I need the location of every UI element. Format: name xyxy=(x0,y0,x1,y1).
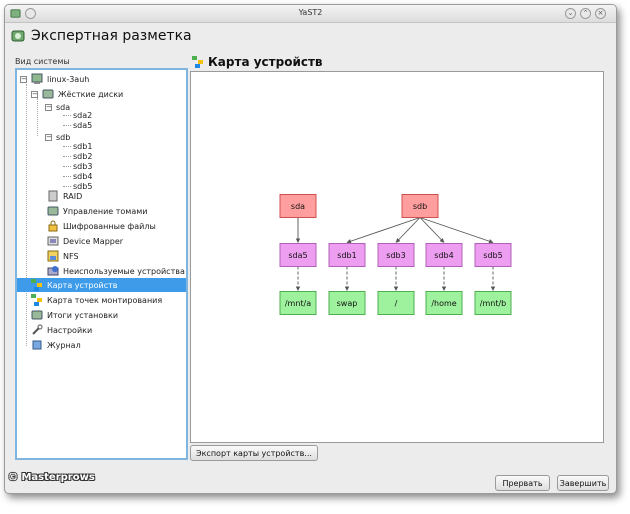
raid-icon xyxy=(48,190,58,202)
node-label: / xyxy=(395,299,398,308)
tree-item-sdb3[interactable]: sdb3 xyxy=(17,161,186,171)
watermark: © Masterprows xyxy=(8,472,95,483)
device-map-icon xyxy=(192,56,203,68)
graph-node-sdb4[interactable]: sdb4 xyxy=(425,243,463,267)
device-mapper-icon xyxy=(47,236,59,246)
close-button[interactable]: × xyxy=(595,8,606,19)
node-label: sdb3 xyxy=(386,251,405,260)
partitioner-icon xyxy=(11,30,25,42)
tree-item-sdb4[interactable]: sdb4 xyxy=(17,171,186,181)
node-label: sdb1 xyxy=(337,251,356,260)
system-view-label: Вид системы xyxy=(15,57,70,66)
tree-item-settings[interactable]: Настройки xyxy=(17,323,186,337)
graph-node-sda5[interactable]: sda5 xyxy=(279,243,317,267)
node-label: /mnt/a xyxy=(285,299,311,308)
graph-node-m_mnta[interactable]: /mnt/a xyxy=(279,291,317,315)
tree-item-device-mapper[interactable]: Device Mapper xyxy=(17,234,186,248)
window-title: YaST2 xyxy=(298,8,323,17)
node-label: sdb xyxy=(413,202,427,211)
graph-node-m_home[interactable]: /home xyxy=(425,291,463,315)
collapse-toggle-icon[interactable]: − xyxy=(31,90,38,98)
tree-item-volume-management[interactable]: Управление томами xyxy=(17,204,186,218)
graph-node-m_swap[interactable]: swap xyxy=(328,291,366,315)
device-graph-canvas[interactable]: sda sdb sda5 sdb1 sdb3 sdb4 sdb5/mnt/a swap / /ho… xyxy=(191,72,603,442)
tree-item-nfs[interactable]: NFS xyxy=(17,249,186,263)
tree-item-raid[interactable]: RAID xyxy=(17,189,186,203)
tree-item-encrypted-files[interactable]: Шифрованные файлы xyxy=(17,219,186,233)
tree-item-linux-3auh[interactable]: − linux-3auh xyxy=(17,72,186,86)
node-label: /mnt/b xyxy=(480,299,506,308)
wrench-icon xyxy=(32,324,43,335)
tree-item-unused-devices[interactable]: Неиспользуемые устройства xyxy=(17,264,186,278)
tree-item-installation-summary[interactable]: Итоги установки xyxy=(17,308,186,322)
node-label: sdb5 xyxy=(483,251,502,260)
abort-button[interactable]: Прервать xyxy=(495,475,550,491)
node-label: swap xyxy=(337,299,358,308)
collapse-toggle-icon[interactable]: − xyxy=(45,133,52,141)
lock-icon xyxy=(48,220,58,232)
tree-item-mount-point-map[interactable]: Карта точек монтирования xyxy=(17,293,186,307)
graph-node-sdb5[interactable]: sdb5 xyxy=(474,243,512,267)
computer-icon xyxy=(31,73,43,84)
app-heading: Экспертная разметка xyxy=(11,26,192,46)
app-heading-text: Экспертная разметка xyxy=(31,28,192,44)
summary-icon xyxy=(31,310,43,320)
maximize-button[interactable]: ⌃ xyxy=(580,8,591,19)
tree-item-sda2[interactable]: sda2 xyxy=(17,110,186,120)
graph-node-sdb[interactable]: sdb xyxy=(401,194,439,218)
device-map-icon xyxy=(31,279,42,291)
tree-item-sdb2[interactable]: sdb2 xyxy=(17,151,186,161)
tree-item-hard-disks[interactable]: − Жёсткие диски xyxy=(17,87,186,101)
tree-item-device-map[interactable]: Карта устройств xyxy=(17,278,186,292)
edge-sdb-sdb1 xyxy=(346,217,421,244)
minimize-button[interactable]: ⌄ xyxy=(565,8,576,19)
device-map-graph[interactable]: sda sdb sda5 sdb1 sdb3 sdb4 sdb5/mnt/a swap / /ho… xyxy=(190,71,604,443)
graph-node-sdb1[interactable]: sdb1 xyxy=(328,243,366,267)
edge-sdb-sdb5 xyxy=(419,217,494,244)
collapse-toggle-icon[interactable]: − xyxy=(20,75,27,83)
page-title: Карта устройств xyxy=(208,55,323,69)
graph-node-sdb3[interactable]: sdb3 xyxy=(377,243,415,267)
unused-devices-icon xyxy=(47,266,59,276)
yast-window: YaST2 ⌄ ⌃ × Экспертная разметка Вид сист… xyxy=(4,4,617,494)
volume-management-icon xyxy=(47,206,59,216)
node-label: sda5 xyxy=(288,251,307,260)
graph-node-sda[interactable]: sda xyxy=(279,194,317,218)
log-icon xyxy=(32,340,42,350)
device-map-title: Карта устройств xyxy=(192,55,323,69)
tree-item-log[interactable]: Журнал xyxy=(17,338,186,352)
graph-node-m_mntb[interactable]: /mnt/b xyxy=(474,291,512,315)
nfs-icon xyxy=(47,250,59,262)
finish-button[interactable]: Завершить xyxy=(557,475,609,491)
export-device-map-button[interactable]: Экспорт карты устройств... xyxy=(190,445,318,461)
title-bar[interactable]: YaST2 ⌄ ⌃ × xyxy=(5,5,616,23)
node-label: sdb4 xyxy=(434,251,453,260)
system-view-tree[interactable]: − linux-3auh − Жёсткие диски − sda sda2 … xyxy=(15,68,188,460)
tree-item-sda5[interactable]: sda5 xyxy=(17,120,186,130)
node-label: sda xyxy=(291,202,305,211)
mount-map-icon xyxy=(31,294,42,306)
hard-disk-icon xyxy=(42,89,54,99)
tree-item-sdb1[interactable]: sdb1 xyxy=(17,141,186,151)
node-label: /home xyxy=(431,299,456,308)
graph-node-m_root[interactable]: / xyxy=(377,291,415,315)
